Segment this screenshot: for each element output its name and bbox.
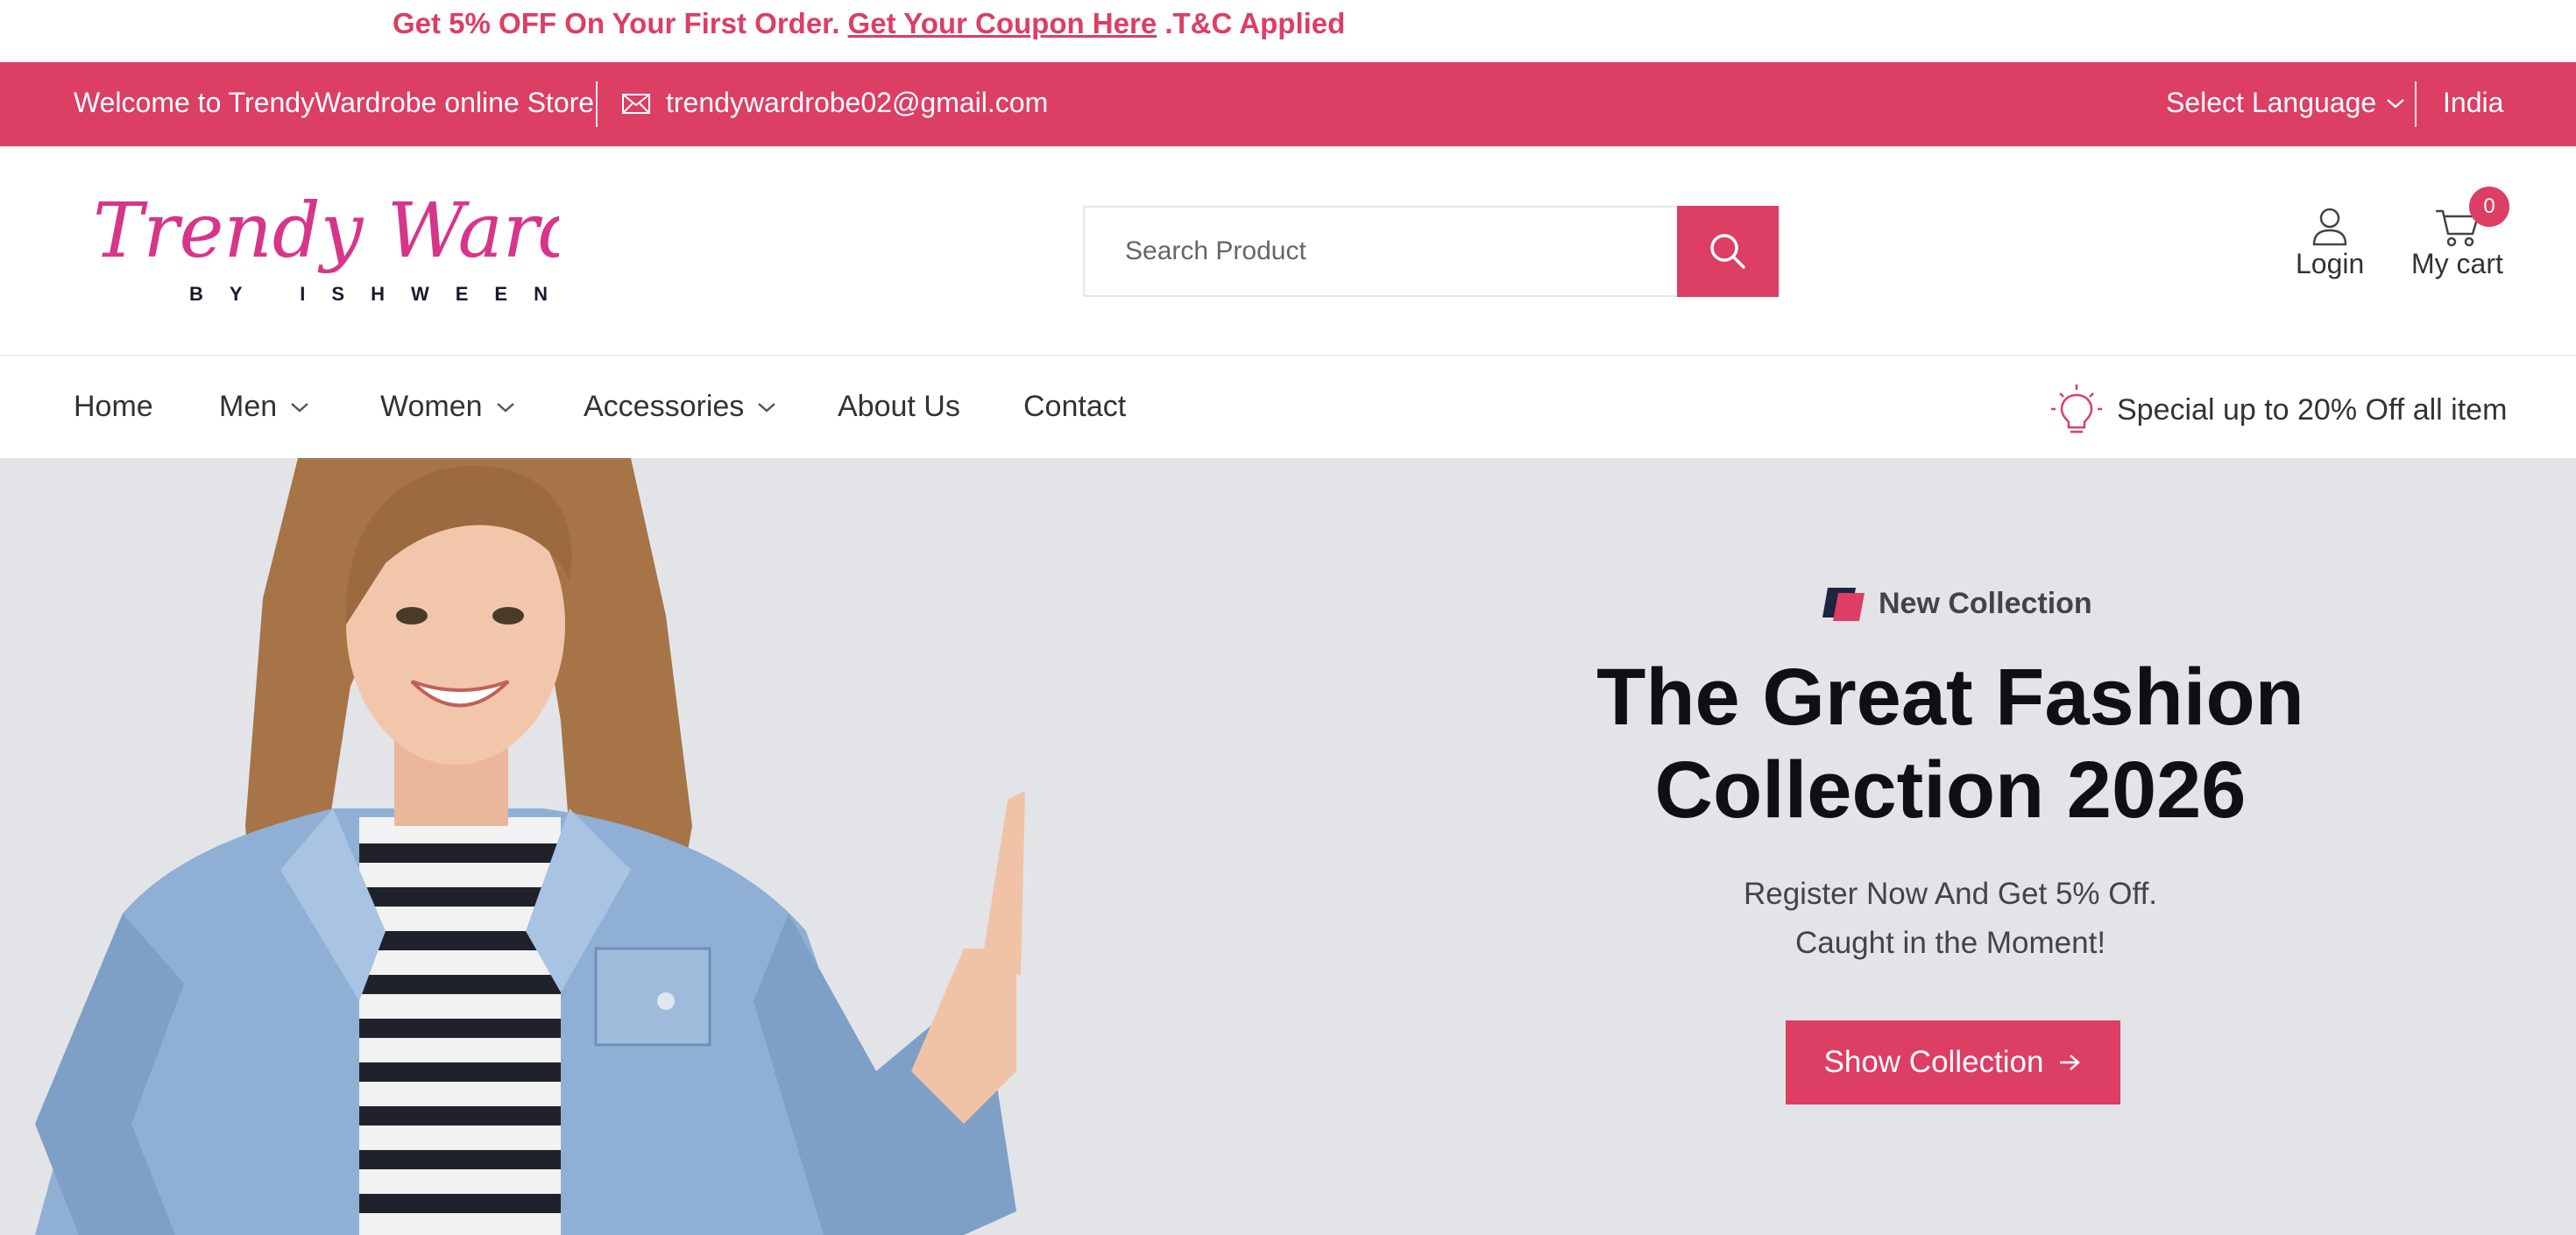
nav-label: Home [74,390,153,423]
cart-link[interactable]: My cart 0 [2411,187,2509,280]
promo-lead: Get 5% OFF On Your First Order. [393,7,840,39]
search-icon [1710,234,1745,269]
nav-item-home[interactable]: Home [74,390,153,424]
cart-count-badge: 0 [2469,187,2509,227]
nav-label: Accessories [584,390,745,423]
contact-email[interactable]: trendywardrobe02@gmail.com [666,87,1048,119]
new-collection-tag: New Collection [1821,584,2092,623]
nav-label: Contact [1023,390,1127,423]
language-select[interactable]: Select Language [2166,87,2406,119]
main-nav: Home Men Women Accessories About Us Cont… [0,356,2576,458]
nav-item-men[interactable]: Men [219,390,310,424]
hero-subtitle: Register Now And Get 5% Off. Caught in t… [1425,870,2476,968]
hero-banner: New Collection The Great Fashion Collect… [0,458,2576,1235]
cart-label: My cart [2411,248,2503,279]
language-label: Select Language [2166,87,2377,118]
user-icon [2312,208,2347,246]
collection-badge-icon [1822,588,1865,621]
search-button[interactable] [1677,206,1779,297]
chevron-down-icon [496,402,514,413]
nav-item-about[interactable]: About Us [838,390,960,424]
hero-subtitle-line: Register Now And Get 5% Off. [1743,877,2158,911]
nav-label: Men [219,390,278,423]
svg-text:Trendy Wardrobe: Trendy Wardrobe [93,187,559,275]
hero-title: The Great Fashion Collection 2026 [1425,651,2476,836]
hero-model-image [35,458,1025,1235]
offer-text: Special up to 20% Off all item [2117,392,2508,427]
promo-strip: Get 5% OFF On Your First Order. Get Your… [0,0,2576,62]
divider [2415,81,2417,127]
nav-label: Women [380,390,483,423]
new-collection-label: New Collection [1879,586,2092,620]
welcome-text: Welcome to TrendyWardrobe online Store [74,87,595,118]
nav-item-contact[interactable]: Contact [1023,390,1126,424]
hero-title-line: Collection 2026 [1654,745,2247,835]
special-offer: Special up to 20% Off all item [2050,383,2507,437]
show-collection-button[interactable]: Show Collection [1786,1020,2120,1104]
button-label: Show Collection [1823,1045,2044,1079]
hero-content: New Collection The Great Fashion Collect… [1425,458,2476,1235]
site-header: Trendy Wardrobe BY ISHWEEN Login My cart… [0,146,2576,356]
promo-text: Get 5% OFF On Your First Order. Get Your… [393,7,1345,40]
nav-item-accessories[interactable]: Accessories [584,390,777,424]
brand-logo[interactable]: Trendy Wardrobe BY ISHWEEN [86,176,559,307]
mail-icon [622,94,650,114]
coupon-link[interactable]: Get Your Coupon Here [848,7,1157,39]
lightbulb-icon [2051,385,2102,434]
chevron-down-icon [291,402,308,413]
login-label: Login [2296,248,2365,279]
svg-text:BY ISHWEEN: BY ISHWEEN [189,283,559,305]
hero-title-line: The Great Fashion [1596,653,2304,742]
top-bar: Welcome to TrendyWardrobe online Store t… [0,62,2576,146]
hero-subtitle-line: Caught in the Moment! [1794,926,2106,960]
country-selector[interactable]: India [2443,87,2503,119]
chevron-down-icon [758,402,776,413]
arrow-right-icon [2060,1055,2081,1070]
login-link[interactable]: Login [2296,206,2364,280]
search-box [1083,206,1779,297]
nav-label: About Us [838,390,960,423]
divider [596,81,598,127]
nav-item-women[interactable]: Women [380,390,516,424]
chevron-down-icon [2387,98,2405,109]
promo-tail: .T&C Applied [1164,7,1346,39]
search-input[interactable] [1085,208,1679,295]
